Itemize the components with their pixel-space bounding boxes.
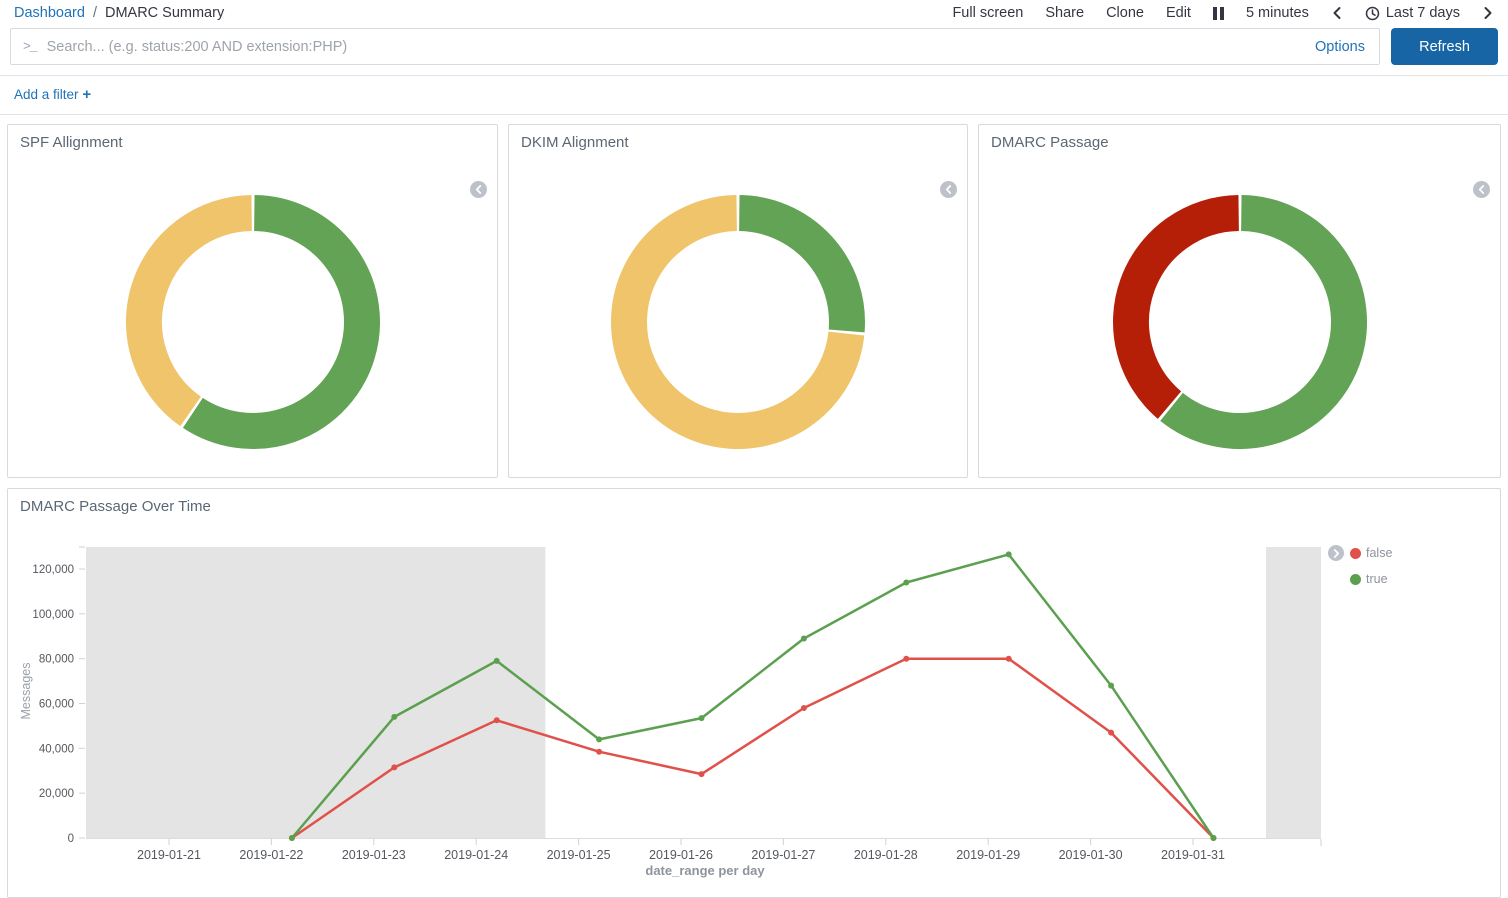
dashboard-menu: Full screen Share Clone Edit 5 minutes L… <box>952 5 1494 21</box>
svg-text:2019-01-24: 2019-01-24 <box>444 848 508 862</box>
console-prompt-icon: >_ <box>23 39 37 54</box>
panel-spf-alignment: SPF Allignment <box>7 124 498 478</box>
legend-item-true[interactable]: true <box>1350 571 1392 587</box>
svg-text:80,000: 80,000 <box>39 654 74 666</box>
svg-text:2019-01-21: 2019-01-21 <box>137 848 201 862</box>
panel-title: SPF Allignment <box>8 125 497 151</box>
svg-text:60,000: 60,000 <box>39 699 74 711</box>
svg-text:40,000: 40,000 <box>39 743 74 755</box>
panel-title: DMARC Passage Over Time <box>8 489 1500 515</box>
legend-dot-true <box>1350 574 1361 585</box>
svg-text:2019-01-31: 2019-01-31 <box>1161 848 1225 862</box>
time-back-button[interactable] <box>1331 6 1343 20</box>
filter-bar: Add a filter + <box>0 76 1508 114</box>
svg-text:100,000: 100,000 <box>32 609 74 621</box>
svg-text:20,000: 20,000 <box>39 788 74 800</box>
add-filter-label: Add a filter <box>14 87 79 102</box>
time-forward-button[interactable] <box>1482 6 1494 20</box>
top-nav-bar: Dashboard / DMARC Summary Full screen Sh… <box>0 0 1508 26</box>
dmarc-passage-donut-chart[interactable] <box>1110 192 1370 452</box>
legend-item-false[interactable]: false <box>1350 545 1392 561</box>
panel-dkim-alignment: DKIM Alignment <box>508 124 968 478</box>
y-axis-label: Messages <box>19 636 33 746</box>
panel-dmarc-passage-over-time: 2019-01-21 2019-01-22 2019-01-23 2019-01-24… <box>7 488 1501 898</box>
chevron-left-icon <box>1331 6 1343 20</box>
pause-icon[interactable] <box>1213 7 1224 20</box>
chevron-right-icon <box>1482 6 1494 20</box>
svg-text:2019-01-25: 2019-01-25 <box>547 848 611 862</box>
chevron-left-circle-icon[interactable] <box>940 181 957 198</box>
time-range-label: Last 7 days <box>1386 5 1460 21</box>
chevron-left-circle-icon[interactable] <box>470 181 487 198</box>
panel-title: DKIM Alignment <box>509 125 967 151</box>
chevron-left-circle-icon[interactable] <box>1473 181 1490 198</box>
svg-text:0: 0 <box>68 833 74 845</box>
add-filter-button[interactable]: Add a filter + <box>14 87 91 102</box>
query-bar: >_ Options Refresh <box>10 28 1498 65</box>
share-button[interactable]: Share <box>1045 5 1084 21</box>
search-input[interactable] <box>47 39 1305 55</box>
spf-alignment-donut-chart[interactable] <box>123 192 383 452</box>
breadcrumb-separator: / <box>93 5 97 21</box>
dmarc-passage-over-time-line-chart[interactable]: 2019-01-21 2019-01-22 2019-01-23 2019-01-24… <box>8 489 1500 897</box>
panel-title: DMARC Passage <box>979 125 1500 151</box>
svg-text:120,000: 120,000 <box>32 564 74 576</box>
options-link[interactable]: Options <box>1315 39 1367 55</box>
svg-text:2019-01-28: 2019-01-28 <box>854 848 918 862</box>
page-title: DMARC Summary <box>105 5 224 21</box>
svg-text:2019-01-23: 2019-01-23 <box>342 848 406 862</box>
chevron-right-circle-icon[interactable] <box>1328 545 1344 561</box>
clock-icon <box>1365 6 1380 21</box>
refresh-interval-button[interactable]: 5 minutes <box>1246 5 1309 21</box>
legend-label: false <box>1366 546 1392 560</box>
plus-icon: + <box>82 86 91 103</box>
svg-text:2019-01-30: 2019-01-30 <box>1059 848 1123 862</box>
svg-text:2019-01-27: 2019-01-27 <box>751 848 815 862</box>
panel-dmarc-passage: DMARC Passage <box>978 124 1501 478</box>
clone-button[interactable]: Clone <box>1106 5 1144 21</box>
svg-text:2019-01-29: 2019-01-29 <box>956 848 1020 862</box>
legend-label: true <box>1366 572 1388 586</box>
breadcrumb: Dashboard / DMARC Summary <box>14 5 224 21</box>
time-picker-button[interactable]: Last 7 days <box>1365 5 1460 21</box>
svg-text:2019-01-26: 2019-01-26 <box>649 848 713 862</box>
legend-dot-false <box>1350 548 1361 559</box>
edit-button[interactable]: Edit <box>1166 5 1191 21</box>
svg-text:2019-01-22: 2019-01-22 <box>239 848 303 862</box>
search-box: >_ Options <box>10 28 1380 65</box>
breadcrumb-dashboard-link[interactable]: Dashboard <box>14 5 85 21</box>
dkim-alignment-donut-chart[interactable] <box>608 192 868 452</box>
full-screen-button[interactable]: Full screen <box>952 5 1023 21</box>
dashboard-grid: SPF Allignment DKIM Alignment DMARC Pass… <box>0 115 1508 898</box>
x-axis-label: date_range per day <box>360 863 1050 878</box>
refresh-button[interactable]: Refresh <box>1391 28 1498 65</box>
